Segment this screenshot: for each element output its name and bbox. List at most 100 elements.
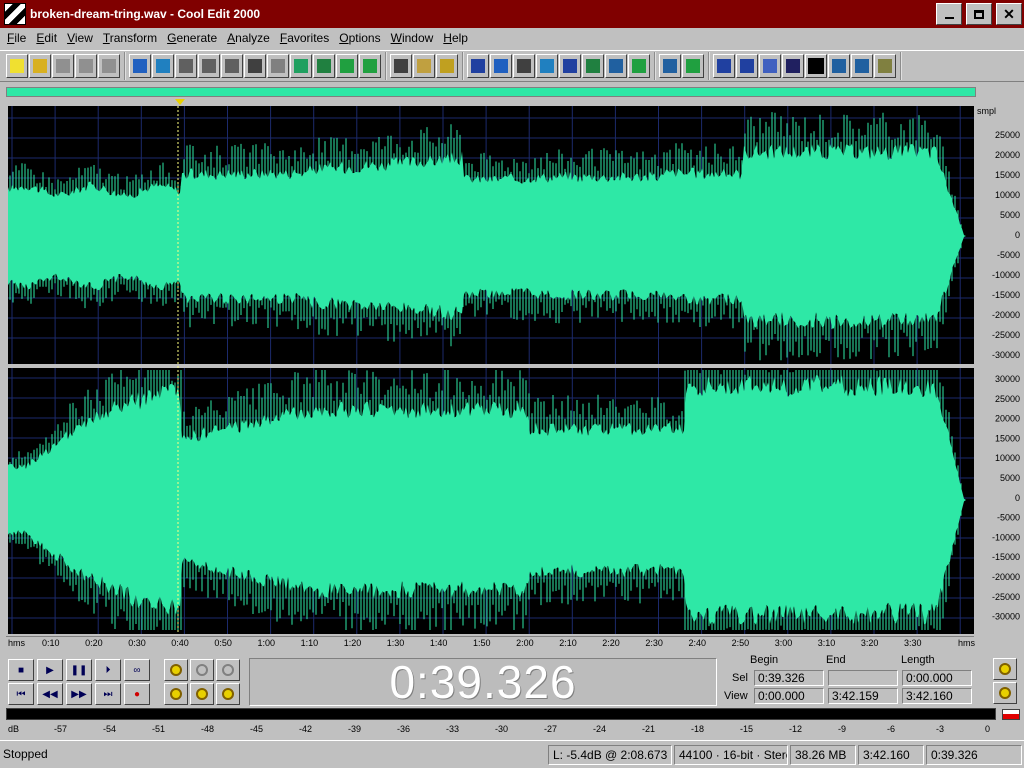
- level-tick-label: -15: [740, 724, 754, 734]
- zoom-to-start-button[interactable]: [190, 683, 214, 705]
- sel-begin-field[interactable]: 0:39.326: [754, 670, 824, 686]
- menu-view[interactable]: View: [62, 31, 98, 45]
- view-length-field[interactable]: 3:42.160: [902, 688, 972, 704]
- save-as-button[interactable]: [75, 54, 97, 78]
- cursor-marker-top[interactable]: [175, 99, 185, 105]
- tool-4-button[interactable]: [536, 54, 558, 78]
- menu-edit[interactable]: Edit: [31, 31, 62, 45]
- zoom-out-vertical-button[interactable]: [993, 682, 1017, 704]
- record-button[interactable]: ●: [124, 683, 150, 705]
- close-file-icon: [102, 59, 116, 73]
- tool-16-button[interactable]: [828, 54, 850, 78]
- new-button[interactable]: [6, 54, 28, 78]
- menu-transform[interactable]: Transform: [98, 31, 162, 45]
- go-to-end-button[interactable]: ⏭: [95, 683, 121, 705]
- select-view-button[interactable]: [336, 54, 358, 78]
- rewind-button[interactable]: ◀◀: [37, 683, 63, 705]
- tool-6-button[interactable]: [582, 54, 604, 78]
- favorites-button[interactable]: [390, 54, 412, 78]
- waveform-display[interactable]: smpl 25000 20000 15000 10000 5000 0 -5000 -10000…: [8, 106, 1022, 636]
- save-icon: [56, 59, 70, 73]
- tool-5-button[interactable]: [559, 54, 581, 78]
- tool-3-button[interactable]: [513, 54, 535, 78]
- level-tick-label: -45: [250, 724, 264, 734]
- menu-analyze[interactable]: Analyze: [222, 31, 275, 45]
- view-begin-field[interactable]: 0:00.000: [754, 688, 824, 704]
- zoom-out-button[interactable]: [190, 659, 214, 681]
- tool-9-button[interactable]: [659, 54, 681, 78]
- help-button[interactable]: [436, 54, 458, 78]
- amplitude-tick-label: 15000: [995, 433, 1020, 443]
- amplitude-unit-label: smpl: [977, 106, 996, 116]
- cut-button[interactable]: [244, 54, 266, 78]
- undo-button[interactable]: [129, 54, 151, 78]
- tool-8-button[interactable]: [628, 54, 650, 78]
- restore-button[interactable]: [966, 3, 992, 25]
- trim-button[interactable]: [290, 54, 312, 78]
- redo-button[interactable]: [175, 54, 197, 78]
- loop-button[interactable]: ∞: [124, 659, 150, 681]
- close-file-button[interactable]: [98, 54, 120, 78]
- play-to-end-button[interactable]: ⏵: [95, 659, 121, 681]
- ac3-button[interactable]: [805, 54, 827, 78]
- zoom-in-button[interactable]: [164, 659, 188, 681]
- help-icon: [440, 59, 454, 73]
- zoom-left-button[interactable]: [164, 683, 188, 705]
- tool-17-button[interactable]: [851, 54, 873, 78]
- tool-11-button[interactable]: [713, 54, 735, 78]
- level-unit-label: dB: [8, 724, 20, 734]
- zoom-full-button[interactable]: [216, 659, 240, 681]
- amplitude-tick-label: 10000: [995, 190, 1020, 200]
- time-tick-label: 2:10: [559, 638, 577, 648]
- repeat-button[interactable]: [152, 54, 174, 78]
- play-button[interactable]: ▶: [37, 659, 63, 681]
- zoom-in-vertical-button[interactable]: [993, 658, 1017, 680]
- tool-1-button[interactable]: [467, 54, 489, 78]
- menu-window[interactable]: Window: [386, 31, 439, 45]
- zoom-selection-button[interactable]: [359, 54, 381, 78]
- time-ruler[interactable]: hms 0:10 0:20 0:30 0:40 0:50 1:00 1:10 1:20 1:30 1…: [6, 636, 975, 650]
- level-tick-label: -9: [838, 724, 847, 734]
- close-button[interactable]: ✕: [996, 3, 1022, 25]
- clip-indicator[interactable]: [1002, 709, 1020, 720]
- menu-help[interactable]: Help: [438, 31, 473, 45]
- save-button[interactable]: [52, 54, 74, 78]
- toolbar-group-5: [656, 52, 710, 80]
- menu-generate[interactable]: Generate: [162, 31, 222, 45]
- tool-7-button[interactable]: [605, 54, 627, 78]
- overview-bar[interactable]: [6, 87, 976, 97]
- sel-end-field[interactable]: [828, 670, 898, 686]
- tool-12-button[interactable]: [736, 54, 758, 78]
- tool-10-button[interactable]: [682, 54, 704, 78]
- zoom-left-icon: [170, 688, 182, 700]
- tool-18-button[interactable]: [874, 54, 896, 78]
- menu-file[interactable]: File: [2, 31, 31, 45]
- level-tick-label: -51: [152, 724, 166, 734]
- go-to-start-button[interactable]: ⏮: [8, 683, 34, 705]
- paste-button[interactable]: [221, 54, 243, 78]
- menu-favorites[interactable]: Favorites: [275, 31, 334, 45]
- save-as-icon: [79, 59, 93, 73]
- end-header: End: [826, 654, 846, 666]
- copy-button[interactable]: [198, 54, 220, 78]
- stop-button[interactable]: ■: [8, 659, 34, 681]
- level-tick-label: -12: [789, 724, 803, 734]
- view-label: View: [724, 690, 748, 702]
- tool-14-button[interactable]: [782, 54, 804, 78]
- zoom-to-end-button[interactable]: [216, 683, 240, 705]
- pause-button[interactable]: ❚❚: [66, 659, 92, 681]
- play-to-end-icon: ⏵: [105, 664, 111, 676]
- open-button[interactable]: [29, 54, 51, 78]
- menu-options[interactable]: Options: [334, 31, 385, 45]
- crop-button[interactable]: [313, 54, 335, 78]
- tool-13-button[interactable]: [759, 54, 781, 78]
- minimize-button[interactable]: [936, 3, 962, 25]
- view-end-field[interactable]: 3:42.159: [828, 688, 898, 704]
- mix-paste-button[interactable]: [267, 54, 289, 78]
- scripts-button[interactable]: [413, 54, 435, 78]
- fast-forward-button[interactable]: ▶▶: [66, 683, 92, 705]
- sel-length-field[interactable]: 0:00.000: [902, 670, 972, 686]
- app-icon[interactable]: [4, 3, 26, 25]
- level-tick-label: -6: [887, 724, 896, 734]
- tool-2-button[interactable]: [490, 54, 512, 78]
